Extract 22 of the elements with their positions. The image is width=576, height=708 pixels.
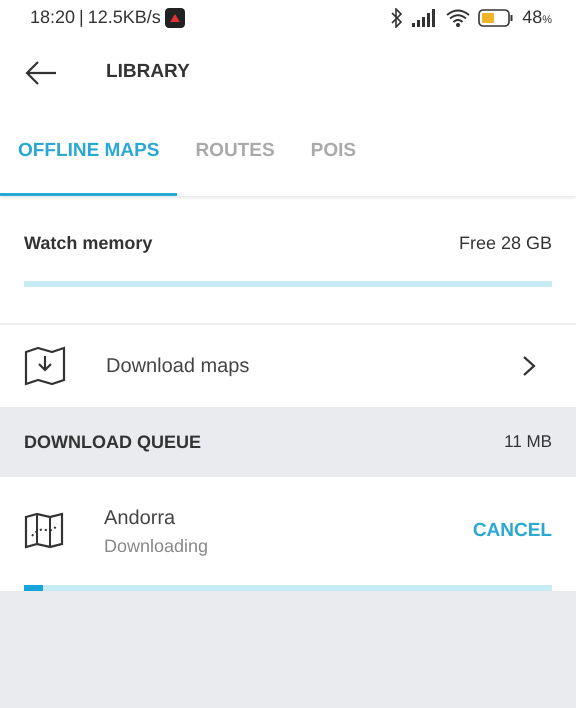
tab[interactable]: POIS — [292, 110, 374, 196]
memory-label: Watch memory — [24, 232, 152, 255]
chevron-icon — [522, 354, 536, 378]
download-status: Downloading — [104, 534, 210, 558]
map-download-icon — [24, 346, 66, 386]
section-title: DOWNLOAD QUEUE — [24, 430, 201, 454]
free-space: Free 28 GB — [458, 232, 552, 255]
status-time: 18:20 — [30, 6, 76, 29]
tab[interactable]: ROUTES — [177, 110, 293, 196]
battery-percent: 48 — [522, 6, 542, 29]
queue-size: 11 MB — [504, 431, 552, 454]
network-speed: 12.5KB/s — [88, 6, 161, 29]
separator: | — [79, 6, 84, 29]
cancel-button[interactable]: CANCEL — [472, 516, 552, 546]
back-button[interactable] — [24, 60, 58, 86]
page-title: LIBRARY — [106, 60, 190, 84]
download-maps-row[interactable]: Download maps — [0, 325, 576, 407]
map-name: Andorra — [104, 506, 176, 530]
battery-icon — [478, 8, 514, 26]
download-maps-label: Download maps — [106, 354, 250, 379]
map-icon — [24, 512, 64, 550]
percent-sign: % — [542, 13, 552, 28]
